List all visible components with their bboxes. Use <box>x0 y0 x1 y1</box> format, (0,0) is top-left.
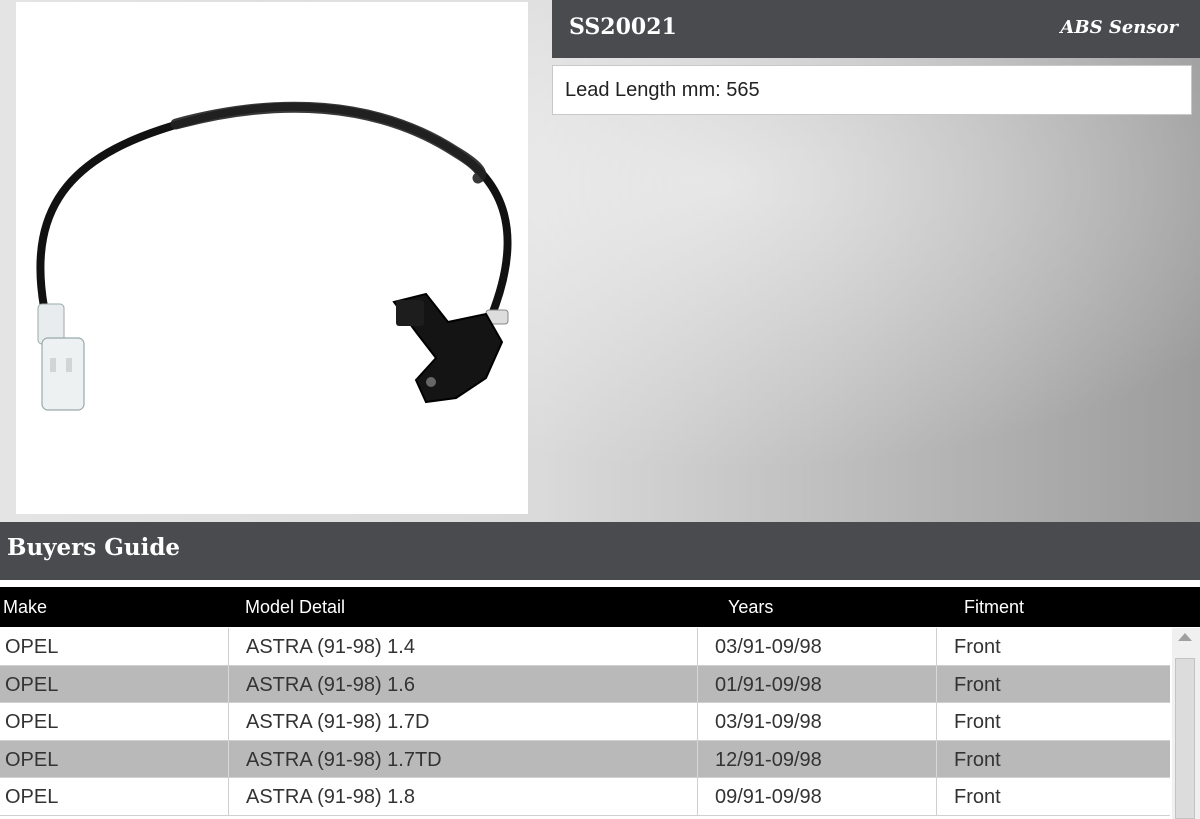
cell-fitment: Front <box>954 786 1001 808</box>
spec-lead-length: Lead Length mm: 565 <box>552 65 1192 115</box>
cell-years: 03/91-09/98 <box>715 711 822 733</box>
column-header-make[interactable]: Make <box>3 597 47 618</box>
table-row[interactable]: OPEL ASTRA (91-98) 1.8 09/91-09/98 Front <box>0 778 1170 816</box>
column-header-model-detail[interactable]: Model Detail <box>245 597 345 618</box>
table-header: Make Model Detail Years Fitment <box>0 587 1200 627</box>
cell-model: ASTRA (91-98) 1.7TD <box>246 748 442 771</box>
cell-make: OPEL <box>5 748 59 771</box>
cell-years: 12/91-09/98 <box>715 748 822 771</box>
cell-fitment: Front <box>954 673 1001 696</box>
cell-fitment: Front <box>954 636 1001 658</box>
table-row[interactable]: OPEL ASTRA (91-98) 1.4 03/91-09/98 Front <box>0 628 1170 666</box>
cell-years: 01/91-09/98 <box>715 673 822 696</box>
cell-fitment: Front <box>954 748 1001 771</box>
cell-years: 09/91-09/98 <box>715 786 822 808</box>
scroll-up-arrow-icon[interactable] <box>1178 633 1192 641</box>
table-scrollbar[interactable] <box>1172 628 1200 819</box>
cell-years: 03/91-09/98 <box>715 636 822 658</box>
cell-make: OPEL <box>5 711 59 733</box>
table-row[interactable]: OPEL ASTRA (91-98) 1.6 01/91-09/98 Front <box>0 665 1170 703</box>
cell-model: ASTRA (91-98) 1.8 <box>246 786 415 808</box>
table-row[interactable]: OPEL ASTRA (91-98) 1.7TD 12/91-09/98 Fro… <box>0 740 1170 778</box>
buyers-guide-table: OPEL ASTRA (91-98) 1.4 03/91-09/98 Front… <box>0 628 1170 816</box>
product-image <box>16 2 528 514</box>
abs-sensor-illustration <box>36 101 512 411</box>
cell-make: OPEL <box>5 636 59 658</box>
cell-make: OPEL <box>5 673 59 696</box>
buyers-guide-header: Buyers Guide <box>0 522 1200 580</box>
product-header: SS20021 ABS Sensor <box>552 0 1200 58</box>
cell-model: ASTRA (91-98) 1.7D <box>246 711 430 733</box>
cell-fitment: Front <box>954 711 1001 733</box>
buyers-guide-title: Buyers Guide <box>7 534 181 561</box>
cell-model: ASTRA (91-98) 1.4 <box>246 636 415 658</box>
scrollbar-thumb[interactable] <box>1175 658 1195 819</box>
cell-make: OPEL <box>5 786 59 808</box>
table-row[interactable]: OPEL ASTRA (91-98) 1.7D 03/91-09/98 Fron… <box>0 703 1170 741</box>
spec-label: Lead Length mm: <box>565 79 721 101</box>
cell-model: ASTRA (91-98) 1.6 <box>246 673 415 696</box>
column-header-fitment[interactable]: Fitment <box>964 597 1024 618</box>
product-type: ABS Sensor <box>1060 17 1178 38</box>
part-number: SS20021 <box>569 14 677 40</box>
spec-value: 565 <box>726 79 760 101</box>
column-header-years[interactable]: Years <box>728 597 773 618</box>
